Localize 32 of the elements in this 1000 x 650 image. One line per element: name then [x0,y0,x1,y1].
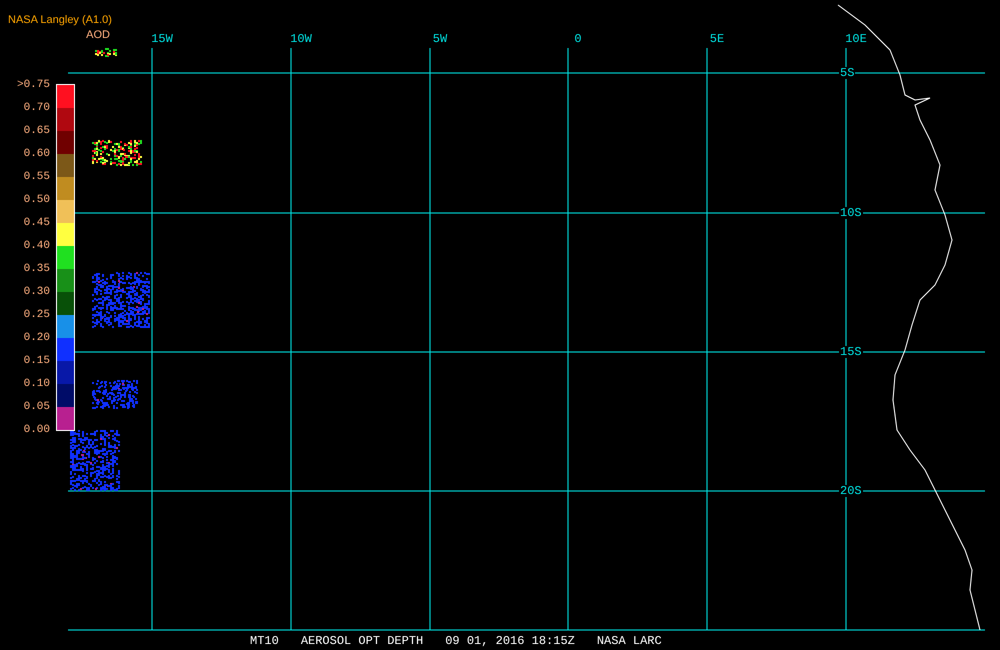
legend-label: 0.55 [24,171,50,185]
caption-text: AEROSOL OPT DEPTH [300,635,424,647]
legend-label: 0.20 [24,332,50,346]
longitude-label: 5W [432,33,448,45]
longitude-label: 0 [574,33,582,45]
latitude-label: 20S [839,485,863,497]
legend-label: 0.60 [24,148,50,162]
legend-label: 0.35 [24,263,50,277]
legend-label: 0.30 [24,286,50,300]
legend-label: 0.15 [24,355,50,369]
latitude-label: 10S [839,207,863,219]
legend-label: 0.45 [24,217,50,231]
legend-label: 0.40 [24,240,50,254]
longitude-label: 15W [151,33,173,45]
latitude-label: 5S [839,67,856,79]
longitude-label: 10E [845,33,867,45]
caption-text: NASA LARC [596,635,662,647]
caption-text: MT10 [250,635,279,647]
legend-label: 0.00 [24,424,50,436]
legend-label: 0.10 [24,378,50,392]
legend-label: 0.65 [24,125,50,139]
longitude-label: 5E [710,33,724,45]
legend-label: >0.75 [16,79,50,93]
longitude-label: 10W [290,33,312,45]
legend-label: 0.25 [24,309,50,323]
legend-label: 0.70 [24,102,50,116]
legend-label: 0.05 [24,401,50,415]
legend-label: 0.50 [24,194,50,208]
caption-text: 09 01, 2016 18:15Z [445,635,575,647]
legend-title: AOD [86,30,110,41]
latitude-label: 15S [839,346,863,358]
product-title: NASA Langley (A1.0) [8,15,112,26]
